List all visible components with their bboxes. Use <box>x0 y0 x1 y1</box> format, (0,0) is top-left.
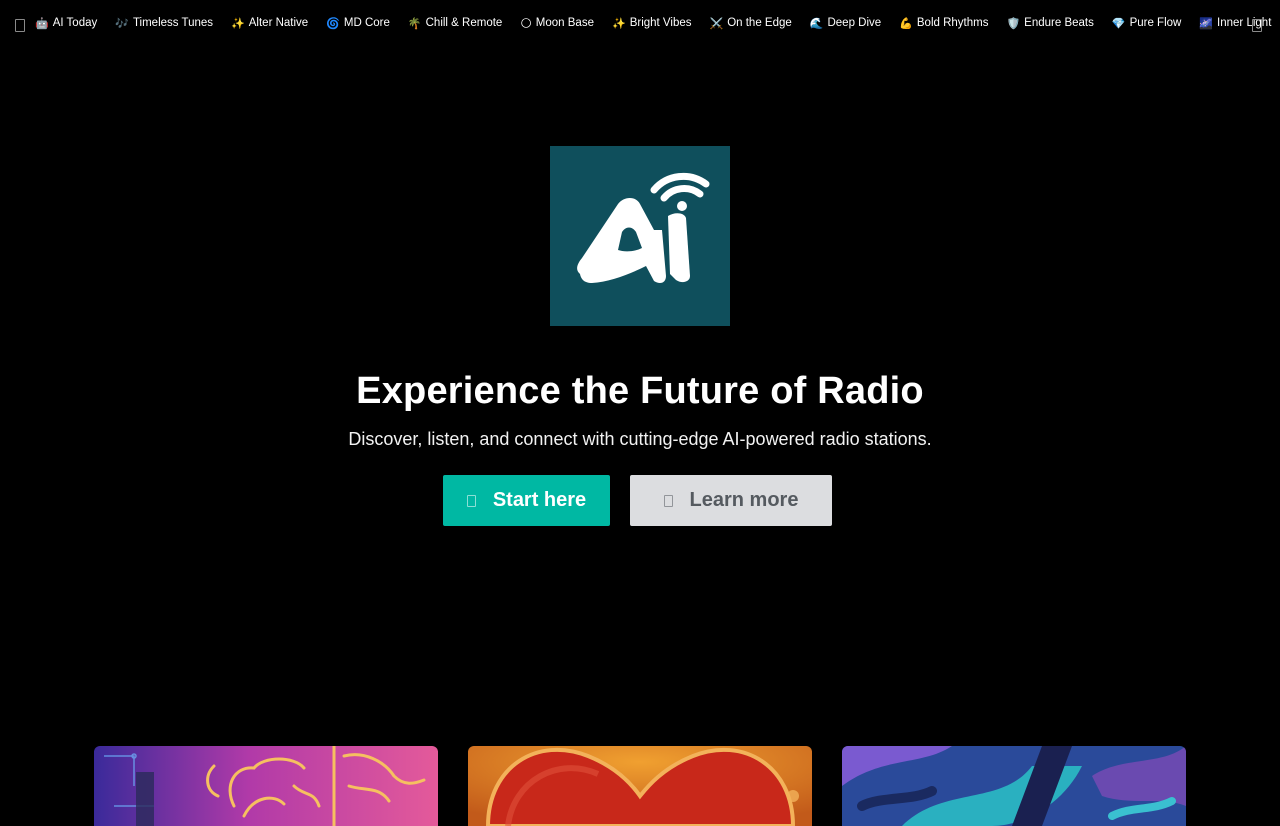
hero-title: Experience the Future of Radio <box>356 370 924 412</box>
ai-radio-logo-icon <box>577 172 710 284</box>
station-card-abstract[interactable] <box>842 746 1186 826</box>
cyclone-icon: 🌀 <box>326 16 340 30</box>
station-label: Alter Native <box>248 17 309 29</box>
station-chill-remote[interactable]: 🌴 Chill & Remote <box>408 15 502 31</box>
station-card-heart[interactable] <box>468 746 812 826</box>
station-label: Inner Light <box>1217 17 1272 29</box>
flexed-bicep-icon: 💪 <box>899 16 913 30</box>
station-on-the-edge[interactable]: ⚔️ On the Edge <box>709 15 791 31</box>
station-alter-native[interactable]: ✨ Alter Native <box>231 15 308 31</box>
music-notes-icon: 🎶 <box>115 16 129 30</box>
station-bold-rhythms[interactable]: 💪 Bold Rhythms <box>899 15 988 31</box>
learn-more-label: Learn more <box>689 489 799 511</box>
station-endure-beats[interactable]: 🛡️ Endure Beats <box>1006 15 1093 31</box>
station-timeless-tunes[interactable]: 🎶 Timeless Tunes <box>115 15 213 31</box>
learn-more-button[interactable]: Learn more <box>630 475 832 526</box>
station-label: Deep Dive <box>827 17 882 29</box>
station-ai-today[interactable]: 🤖 AI Today <box>35 15 97 31</box>
station-list: 🤖 AI Today 🎶 Timeless Tunes ✨ Alter Native … <box>35 15 1280 31</box>
crossed-swords-icon: ⚔️ <box>709 16 724 30</box>
hero-logo <box>550 146 730 326</box>
station-label: Timeless Tunes <box>132 17 214 29</box>
full-moon-icon: 🌕 <box>520 16 532 30</box>
station-nav: 🤖 AI Today 🎶 Timeless Tunes ✨ Alter Native … <box>0 0 1280 46</box>
scroll-right-icon[interactable] <box>1252 19 1262 32</box>
start-here-label: Start here <box>492 489 587 511</box>
wave-icon: 🌊 <box>809 16 824 30</box>
station-label: Moon Base <box>535 17 594 29</box>
milky-way-icon: 🌌 <box>1199 16 1214 30</box>
robot-icon: 🤖 <box>35 16 49 30</box>
brain-artwork-image <box>94 746 438 826</box>
station-card-brain[interactable] <box>94 746 438 826</box>
shield-icon: 🛡️ <box>1006 16 1021 30</box>
heart-artwork-image <box>468 746 812 826</box>
station-label: MD Core <box>343 17 390 29</box>
station-label: Bright Vibes <box>629 17 692 29</box>
station-pure-flow[interactable]: 💎 Pure Flow <box>1112 15 1181 31</box>
hero-subtitle: Discover, listen, and connect with cutti… <box>348 429 932 449</box>
gem-icon: 💎 <box>1111 16 1126 30</box>
sparkles-icon: ✨ <box>231 16 245 30</box>
station-deep-dive[interactable]: 🌊 Deep Dive <box>810 15 881 31</box>
station-label: Pure Flow <box>1129 17 1182 29</box>
station-label: Chill & Remote <box>425 17 503 29</box>
scroll-left-icon[interactable] <box>15 19 25 32</box>
palm-tree-icon: 🌴 <box>407 16 422 30</box>
info-icon <box>663 494 673 507</box>
station-label: On the Edge <box>727 17 792 29</box>
station-moon-base[interactable]: 🌕 Moon Base <box>520 15 594 31</box>
station-label: Bold Rhythms <box>916 17 989 29</box>
station-label: Endure Beats <box>1024 17 1094 29</box>
start-here-button[interactable]: Start here <box>443 475 610 526</box>
station-bright-vibes[interactable]: ✨ Bright Vibes <box>612 15 692 31</box>
abstract-artwork-image <box>842 746 1186 826</box>
play-icon <box>466 494 476 507</box>
station-md-core[interactable]: 🌀 MD Core <box>326 15 390 31</box>
sparkles-icon: ✨ <box>611 16 626 30</box>
station-label: AI Today <box>52 17 98 29</box>
